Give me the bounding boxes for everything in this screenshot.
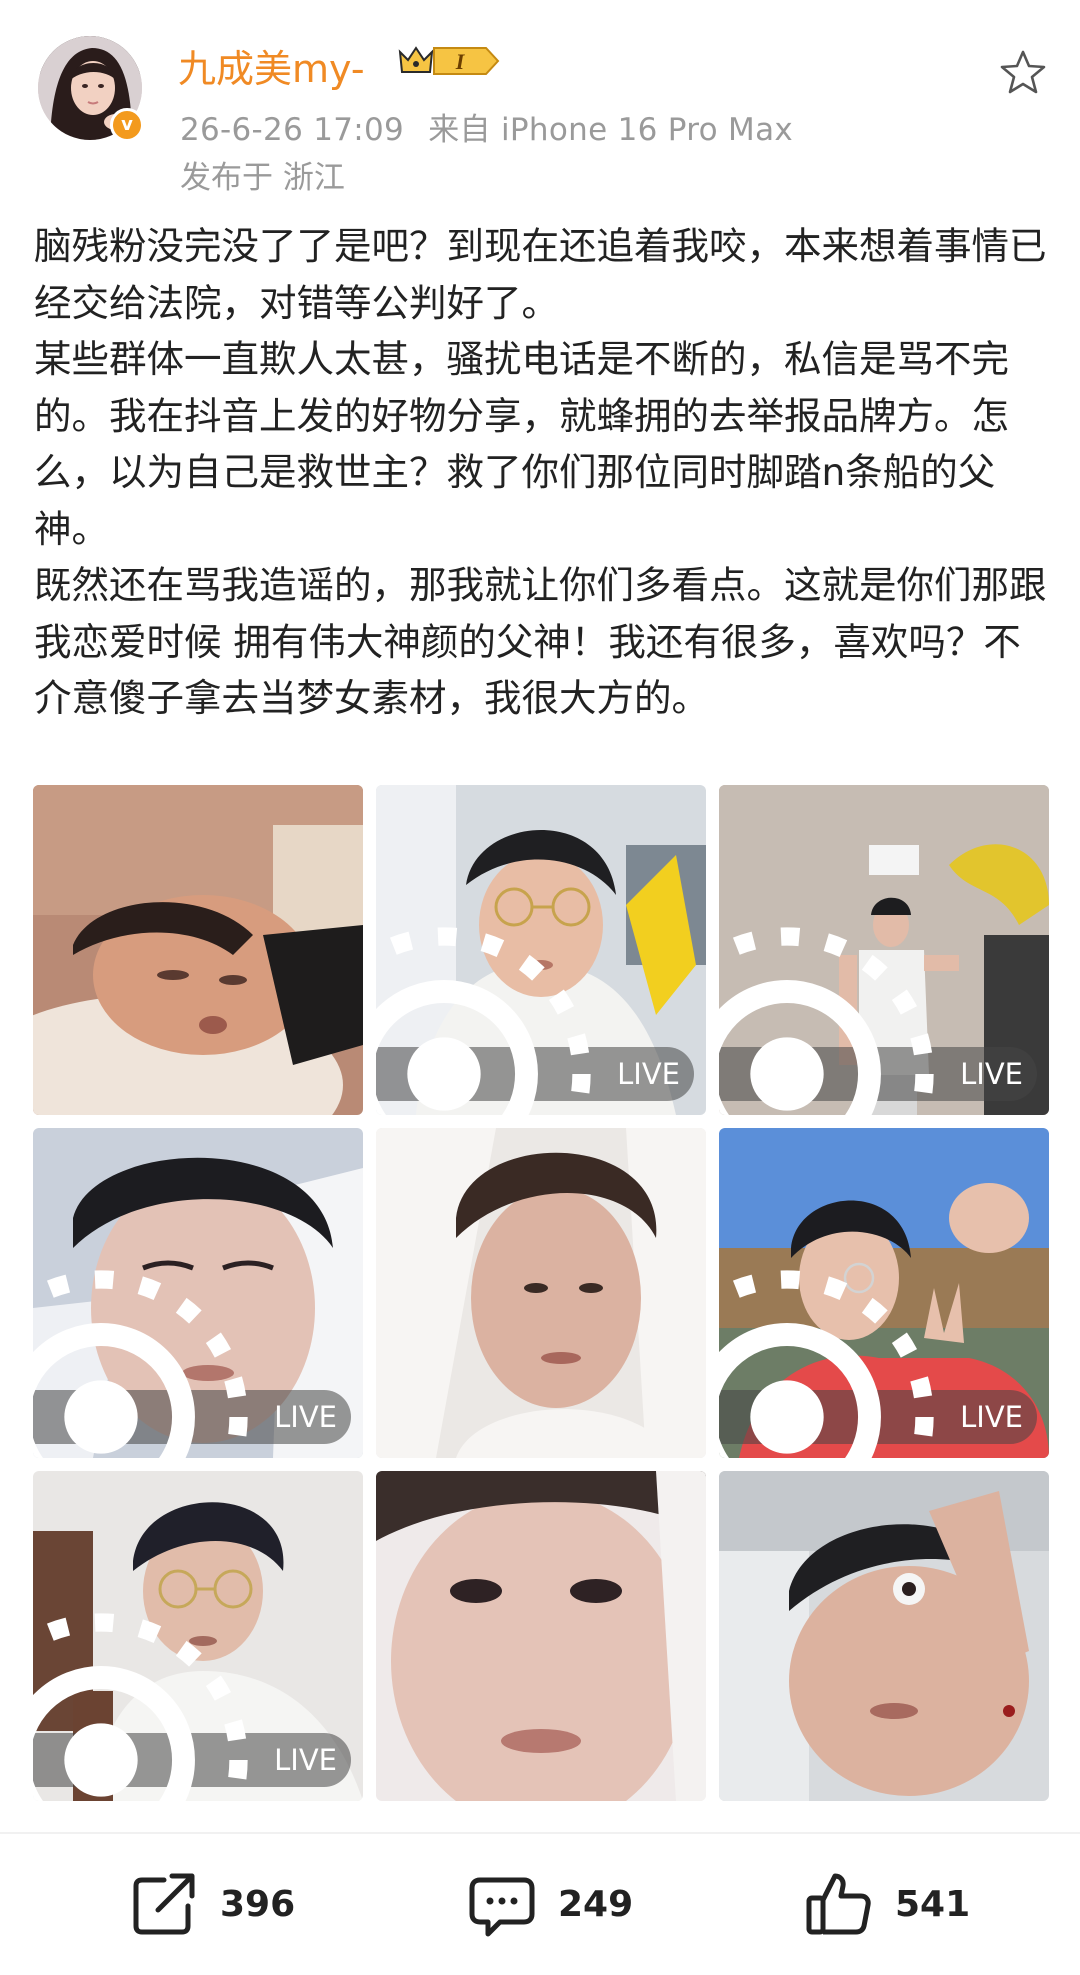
live-badge: LIVE	[719, 927, 1037, 1115]
like-icon	[806, 1873, 871, 1935]
vip-badge-icon[interactable]: I	[394, 42, 504, 80]
photo-grid: LIVE LIVE LIVE LIVE LIVE	[33, 785, 1049, 1801]
post-text: 脑残粉没完没了了是吧？到现在还追着我咬，本来想着事情已经交给法院，对错等公判好了…	[34, 224, 1047, 720]
live-icon	[33, 1270, 248, 1458]
photo-3[interactable]: LIVE	[719, 785, 1049, 1115]
live-badge: LIVE	[33, 1613, 351, 1801]
live-label: LIVE	[274, 1743, 337, 1777]
live-icon	[376, 927, 591, 1115]
post-source: 来自 iPhone 16 Pro Max	[428, 112, 794, 148]
live-badge: LIVE	[33, 1270, 351, 1458]
live-badge: LIVE	[719, 1270, 1037, 1458]
live-icon	[33, 1613, 248, 1801]
live-label: LIVE	[617, 1057, 680, 1091]
post-location: 发布于 浙江	[180, 160, 345, 196]
post-datetime: 26-6-26 17:09	[180, 112, 405, 148]
vip-level: I	[455, 49, 466, 74]
comment-count: 249	[558, 1883, 634, 1925]
live-label: LIVE	[960, 1057, 1023, 1091]
action-bar: 396 249 541	[0, 1834, 1080, 1975]
live-label: LIVE	[960, 1400, 1023, 1434]
photo-4[interactable]: LIVE	[33, 1128, 363, 1458]
avatar[interactable]: v	[38, 36, 144, 142]
repost-count: 396	[220, 1883, 296, 1925]
photo-6[interactable]: LIVE	[719, 1128, 1049, 1458]
like-count: 541	[895, 1883, 971, 1925]
live-icon	[719, 927, 934, 1115]
star-icon[interactable]	[998, 48, 1048, 98]
live-badge: LIVE	[376, 927, 694, 1115]
repost-icon	[133, 1873, 195, 1935]
post-header: v 九成美my- I 26-6-26 17:09 来自 iPhone 16 Pr…	[0, 0, 1080, 200]
comment-button[interactable]: 249	[466, 1864, 633, 1944]
photo-9[interactable]	[719, 1471, 1049, 1801]
comment-icon	[469, 1877, 535, 1937]
repost-button[interactable]: 396	[128, 1864, 295, 1944]
post-meta: 26-6-26 17:09 来自 iPhone 16 Pro Max	[180, 104, 793, 149]
username[interactable]: 九成美my-	[178, 38, 365, 93]
photo-7[interactable]: LIVE	[33, 1471, 363, 1801]
live-label: LIVE	[274, 1400, 337, 1434]
photo-5[interactable]	[376, 1128, 706, 1458]
photo-2[interactable]: LIVE	[376, 785, 706, 1115]
live-icon	[719, 1270, 934, 1458]
photo-8[interactable]	[376, 1471, 706, 1801]
photo-1[interactable]	[33, 785, 363, 1115]
like-button[interactable]: 541	[803, 1864, 970, 1944]
verified-icon: v	[110, 108, 144, 142]
